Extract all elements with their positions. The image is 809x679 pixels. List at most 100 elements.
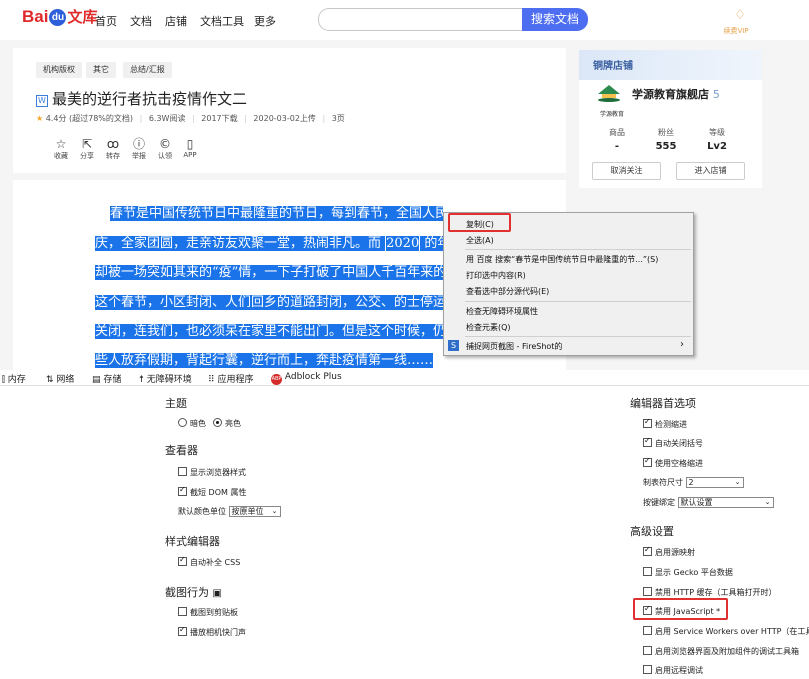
remote-debug-checkbox[interactable]: 启用远程调试 — [643, 665, 703, 676]
menu-item-fireshot[interactable]: 捕捉网页截图 - FireShot的 — [466, 341, 562, 352]
enter-shop-button[interactable]: 进入店铺 — [676, 162, 745, 180]
disable-http-cache-checkbox[interactable]: 禁用 HTTP 缓存（工具箱打开时） — [643, 587, 777, 598]
tab-storage[interactable]: ▤ 存储 — [92, 372, 121, 385]
accessibility-icon: ☨ — [139, 375, 147, 385]
use-spaces-checkbox[interactable]: 使用空格缩进 — [643, 456, 703, 469]
checkbox-checked-icon — [643, 456, 652, 467]
context-menu: 复制(C) 全选(A) 用 百度 搜索“春节是中国传统节日中最隆重的节...”(… — [443, 212, 694, 356]
gecko-data-checkbox[interactable]: 显示 Gecko 平台数据 — [643, 567, 733, 578]
option-label: 播放相机快门声 — [190, 628, 246, 637]
option-label: 启用远程调试 — [655, 666, 703, 675]
unfollow-button[interactable]: 取消关注 — [592, 162, 661, 180]
theme-heading: 主题 — [165, 397, 187, 410]
screenshot-clipboard-checkbox[interactable]: 截图到剪贴板 — [178, 607, 238, 618]
auto-close-brackets-checkbox[interactable]: 自动关闭括号 — [643, 436, 703, 449]
checkbox-icon — [643, 665, 652, 674]
tab-network[interactable]: ⇅ 网络 — [46, 372, 74, 385]
stat-label-fans: 粉丝 — [658, 128, 674, 137]
radio-checked-icon — [213, 418, 222, 427]
theme-dark-radio[interactable]: 暗色 — [178, 418, 206, 429]
doc-text-line[interactable]: 关闭，连我们，也必须呆在家里不能出门。但是这个时候，仍 — [95, 320, 443, 339]
nav-doc-tools[interactable]: 文档工具 — [200, 13, 244, 29]
favorite-button[interactable]: ☆ 收藏 — [51, 138, 71, 161]
chevron-down-icon: ⌄ — [734, 478, 741, 486]
option-label: 制表符尺寸 — [643, 478, 683, 487]
theme-light-radio[interactable]: 亮色 — [213, 418, 241, 429]
keybinding-select[interactable]: 默认设置 ⌄ — [677, 497, 774, 508]
detect-indent-checkbox[interactable]: 检测缩进 — [643, 417, 687, 430]
star-icon: ★ — [36, 114, 44, 123]
shop-name[interactable]: 学源教育旗舰店 5 — [632, 86, 720, 102]
save-button[interactable]: ꝏ 转存 — [103, 138, 123, 161]
advanced-heading: 高级设置 — [630, 525, 674, 538]
chrome-debug-checkbox[interactable]: 启用浏览器界面及附加组件的调试工具箱 — [643, 646, 809, 657]
radio-icon — [178, 418, 187, 427]
doc-text-line[interactable]: 春节是中国传统节日中最隆重的节日，每到春节，全国人民举国欢 — [110, 202, 443, 221]
option-label: 显示 Gecko 平台数据 — [655, 568, 733, 577]
doc-text-line[interactable]: 些人放弃假期，背起行囊，逆行而上，奔赴疫情第一线…… — [95, 349, 443, 368]
report-button[interactable]: ⓘ 举报 — [129, 138, 149, 161]
star-icon: ☆ — [55, 137, 67, 151]
logo-paw-icon: du — [49, 9, 67, 26]
nav-more[interactable]: 更多 — [254, 13, 276, 29]
service-workers-checkbox[interactable]: 启用 Service Workers over HTTP（在工具 — [643, 626, 809, 637]
doc-meta: ★ 4.4分 (超过78%的文档) | 6.3W阅读 | 2017下载 | 20… — [36, 114, 345, 123]
forward-icon: ꝏ — [106, 137, 120, 151]
checkbox-icon — [643, 587, 652, 596]
baidu-wenku-logo[interactable]: Bai du 文库 — [22, 6, 97, 27]
action-label: 转存 — [106, 152, 120, 160]
doc-reads: 6.3W阅读 — [148, 114, 186, 123]
tag-other[interactable]: 其它 — [86, 62, 116, 78]
menu-item-print-selection[interactable]: 打印选中内容(R) — [466, 270, 526, 281]
color-unit-select[interactable]: 按原单位 ⌄ — [228, 506, 281, 517]
search-input[interactable] — [318, 8, 523, 31]
action-label: APP — [183, 151, 197, 159]
phone-icon: ▯ — [186, 137, 194, 151]
checkbox-icon — [643, 646, 652, 655]
nav-shops[interactable]: 店铺 — [165, 13, 187, 29]
option-label: 显示浏览器样式 — [190, 468, 246, 477]
doc-text-line[interactable]: 庆，全家团圆，走亲访友欢聚一堂，热闹非凡。而 2020 的年 — [95, 232, 443, 251]
menu-item-select-all[interactable]: 全选(A) — [466, 235, 494, 246]
tab-size-select[interactable]: 2 ⌄ — [685, 477, 744, 488]
tag-summary[interactable]: 总结/汇报 — [123, 62, 172, 78]
menu-item-view-selection-source[interactable]: 查看选中部分源代码(E) — [466, 286, 549, 297]
menu-item-inspect-element[interactable]: 检查元素(Q) — [466, 322, 511, 333]
tab-application[interactable]: ⠿ 应用程序 — [208, 372, 253, 385]
stat-value-goods: - — [614, 141, 620, 152]
share-button[interactable]: ⇱ 分享 — [77, 138, 97, 161]
select-value: 默认设置 — [680, 498, 713, 507]
claim-button[interactable]: © 认领 — [155, 138, 175, 161]
selected-text: 关闭，连我们，也必须呆在家里不能出门。但是这个时候，仍 — [95, 324, 443, 339]
menu-separator — [465, 249, 691, 250]
shutter-sound-checkbox[interactable]: 播放相机快门声 — [178, 625, 246, 638]
checkbox-icon — [643, 567, 652, 576]
select-value: 按原单位 — [231, 507, 264, 516]
search-button[interactable]: 搜索文档 — [522, 8, 588, 31]
style-editor-heading: 样式编辑器 — [165, 535, 220, 548]
doc-text-line[interactable]: 这个春节，小区封闭、人们回乡的道路封闭，公交、的士停运 — [95, 291, 443, 310]
highlight-box-disable-js — [633, 598, 728, 620]
show-browser-styles-checkbox[interactable]: 显示浏览器样式 — [178, 467, 246, 478]
vip-renew[interactable]: ♢ 续费VIP — [723, 9, 750, 36]
nav-home[interactable]: 首页 — [95, 13, 117, 29]
truncate-dom-checkbox[interactable]: 截短 DOM 属性 — [178, 485, 246, 498]
tag-institution[interactable]: 机构版权 — [36, 62, 82, 78]
tab-adblock[interactable]: ABP Adblock Plus — [271, 372, 342, 385]
menu-item-inspect-accessibility[interactable]: 检查无障碍环境属性 — [466, 306, 538, 317]
app-button[interactable]: ▯ APP — [180, 137, 200, 160]
autocomplete-css-checkbox[interactable]: 自动补全 CSS — [178, 555, 240, 568]
shop-sub-logo-text: 学源教育 — [600, 111, 625, 118]
nav-docs[interactable]: 文档 — [130, 13, 152, 29]
option-label: 禁用 HTTP 缓存（工具箱打开时） — [655, 588, 777, 597]
editor-prefs-heading: 编辑器首选项 — [630, 397, 696, 410]
tab-accessibility[interactable]: ☨ 无障碍环境 — [139, 372, 192, 385]
doc-text-line[interactable]: 却被一场突如其来的“疫”情，一下子打破了中国人千百年来的 — [95, 261, 443, 280]
tab-label: Adblock Plus — [284, 372, 342, 382]
source-maps-checkbox[interactable]: 启用源映射 — [643, 545, 695, 558]
doc-upload-date: 2020-03-02上传 — [253, 114, 316, 123]
doc-rating: 4.4分 — [45, 114, 67, 123]
menu-item-search-baidu[interactable]: 用 百度 搜索“春节是中国传统节日中最隆重的节...”(S) — [466, 254, 658, 265]
tab-size: 制表符尺寸 2 ⌄ — [643, 477, 744, 488]
tab-memory[interactable]: ⫿ 内存 — [2, 372, 26, 385]
